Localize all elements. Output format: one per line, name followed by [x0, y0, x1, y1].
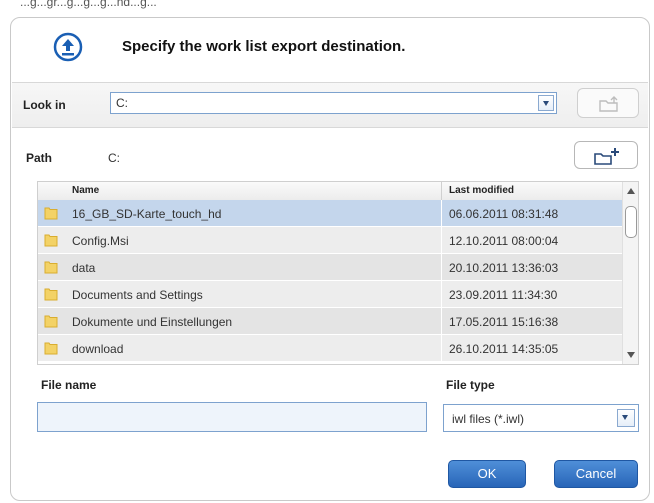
list-item[interactable]: Config.Msi 12.10.2011 08:00:04 [38, 227, 622, 254]
dialog-title: Specify the work list export destination… [122, 38, 406, 55]
row-divider [441, 281, 442, 308]
file-list[interactable]: Name Last modified 16_GB_SD-Karte_touch_… [37, 181, 639, 365]
export-upload-icon [53, 32, 83, 62]
look-in-label: Look in [23, 98, 66, 112]
dialog-header: Specify the work list export destination… [11, 18, 649, 82]
file-last-modified: 26.10.2011 14:35:05 [449, 342, 559, 356]
scroll-thumb[interactable] [625, 206, 637, 238]
chevron-down-icon[interactable] [617, 409, 635, 427]
path-value: C: [108, 151, 120, 165]
new-folder-icon [594, 148, 619, 165]
list-item[interactable]: download 26.10.2011 14:35:05 [38, 335, 622, 362]
folder-icon [44, 261, 58, 274]
list-item[interactable]: Dokumente und Einstellungen 17.05.2011 1… [38, 308, 622, 335]
row-divider [441, 308, 442, 335]
export-dialog: Specify the work list export destination… [10, 17, 650, 501]
file-name: data [72, 261, 96, 275]
file-name: Dokumente und Einstellungen [72, 315, 233, 329]
path-label: Path [26, 151, 53, 165]
file-last-modified: 23.09.2011 11:34:30 [449, 288, 558, 302]
file-last-modified: 17.05.2011 15:16:38 [449, 315, 559, 329]
scroll-up-icon[interactable] [627, 188, 635, 194]
file-last-modified: 06.06.2011 08:31:48 [449, 207, 559, 221]
clipped-background-text: ...g...gr...g...g...g...nd...g... [20, 0, 157, 9]
file-name: Config.Msi [72, 234, 129, 248]
chevron-down-icon[interactable] [538, 95, 554, 111]
folder-icon [44, 207, 58, 220]
row-divider [441, 335, 442, 362]
file-name: 16_GB_SD-Karte_touch_hd [72, 207, 222, 221]
look-in-value: C: [116, 96, 128, 110]
row-divider [441, 254, 442, 281]
look-in-dropdown[interactable]: C: [110, 92, 557, 114]
file-type-label: File type [446, 378, 495, 392]
file-name: Documents and Settings [72, 288, 203, 302]
file-list-header: Name Last modified [38, 182, 622, 201]
up-folder-button[interactable] [577, 88, 639, 118]
list-item[interactable]: 16_GB_SD-Karte_touch_hd 06.06.2011 08:31… [38, 200, 622, 227]
file-name-label: File name [41, 378, 97, 392]
column-header-name[interactable]: Name [72, 185, 99, 196]
ok-button[interactable]: OK [448, 460, 526, 488]
file-type-value: iwl files (*.iwl) [452, 412, 524, 426]
scroll-down-icon[interactable] [627, 352, 635, 358]
folder-icon [44, 234, 58, 247]
file-list-rows: 16_GB_SD-Karte_touch_hd 06.06.2011 08:31… [38, 200, 622, 362]
row-divider [441, 227, 442, 254]
file-type-dropdown[interactable]: iwl files (*.iwl) [443, 404, 639, 432]
file-name: download [72, 342, 124, 356]
column-divider [441, 182, 442, 200]
new-folder-button[interactable] [574, 141, 638, 169]
folder-icon [44, 342, 58, 355]
up-folder-icon [599, 96, 618, 112]
row-divider [441, 200, 442, 227]
file-last-modified: 12.10.2011 08:00:04 [449, 234, 559, 248]
folder-icon [44, 315, 58, 328]
file-last-modified: 20.10.2011 13:36:03 [449, 261, 559, 275]
folder-icon [44, 288, 58, 301]
list-item[interactable]: Documents and Settings 23.09.2011 11:34:… [38, 281, 622, 308]
column-header-last-modified[interactable]: Last modified [449, 185, 514, 196]
list-item[interactable]: data 20.10.2011 13:36:03 [38, 254, 622, 281]
vertical-scrollbar[interactable] [622, 182, 638, 364]
look-in-bar: Look in C: [12, 82, 648, 128]
cancel-button[interactable]: Cancel [554, 460, 638, 488]
file-name-input[interactable] [37, 402, 427, 432]
